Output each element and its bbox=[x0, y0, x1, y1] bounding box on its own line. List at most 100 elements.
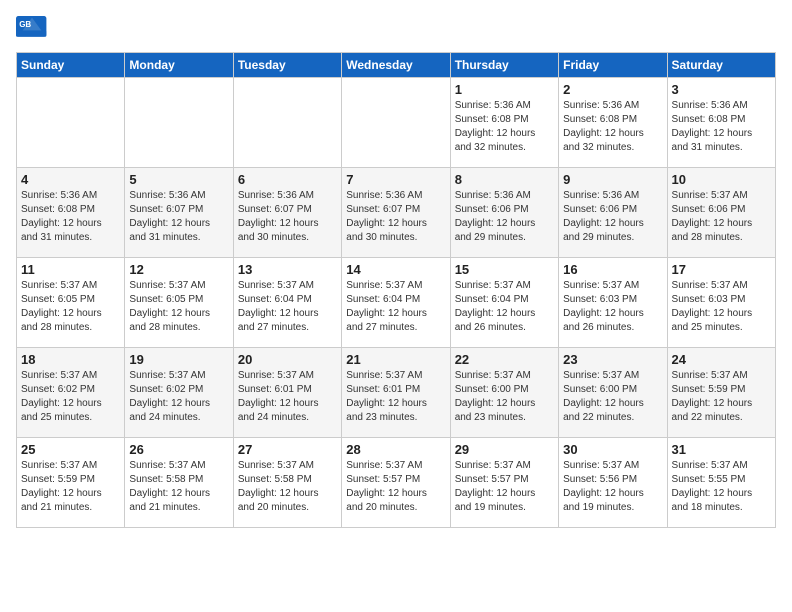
header-friday: Friday bbox=[559, 53, 667, 78]
week-row-1: 1 Sunrise: 5:36 AM Sunset: 6:08 PM Daylig… bbox=[17, 78, 776, 168]
day-cell: 5 Sunrise: 5:36 AM Sunset: 6:07 PM Daylig… bbox=[125, 168, 233, 258]
day-cell: 8Sunrise: 5:36 AM Sunset: 6:06 PM Daylig… bbox=[450, 168, 558, 258]
day-cell: 16 Sunrise: 5:37 AM Sunset: 6:03 PM Dayli… bbox=[559, 258, 667, 348]
day-number: 14 bbox=[346, 262, 445, 277]
day-info: Sunrise: 5:37 AM Sunset: 6:02 PM Dayligh… bbox=[129, 369, 228, 425]
day-cell bbox=[125, 78, 233, 168]
day-info: Sunrise: 5:37 AM Sunset: 6:02 PM Dayligh… bbox=[21, 369, 120, 425]
day-cell: 6Sunrise: 5:36 AM Sunset: 6:07 PM Daylig… bbox=[233, 168, 341, 258]
day-info: Sunrise: 5:37 AM Sunset: 6:01 PM Dayligh… bbox=[346, 369, 445, 425]
day-number: 10 bbox=[672, 172, 771, 187]
day-number: 16 bbox=[563, 262, 662, 277]
day-cell: 23Sunrise: 5:37 AM Sunset: 6:00 PM Dayli… bbox=[559, 348, 667, 438]
day-number: 22 bbox=[455, 352, 554, 367]
day-info: Sunrise: 5:36 AM Sunset: 6:08 PM Dayligh… bbox=[672, 99, 771, 155]
day-number: 18 bbox=[21, 352, 120, 367]
week-row-5: 25 Sunrise: 5:37 AM Sunset: 5:59 PM Dayli… bbox=[17, 438, 776, 528]
day-info: Sunrise: 5:37 AM Sunset: 5:58 PM Dayligh… bbox=[129, 459, 228, 515]
week-row-2: 4 Sunrise: 5:36 AM Sunset: 6:08 PM Daylig… bbox=[17, 168, 776, 258]
day-number: 29 bbox=[455, 442, 554, 457]
day-number: 17 bbox=[672, 262, 771, 277]
day-number: 5 bbox=[129, 172, 228, 187]
day-number: 31 bbox=[672, 442, 771, 457]
day-info: Sunrise: 5:37 AM Sunset: 6:04 PM Dayligh… bbox=[238, 279, 337, 335]
day-number: 28 bbox=[346, 442, 445, 457]
day-cell: 28 Sunrise: 5:37 AM Sunset: 5:57 PM Dayli… bbox=[342, 438, 450, 528]
day-info: Sunrise: 5:37 AM Sunset: 6:03 PM Dayligh… bbox=[563, 279, 662, 335]
day-info: Sunrise: 5:37 AM Sunset: 5:58 PM Dayligh… bbox=[238, 459, 337, 515]
day-info: Sunrise: 5:37 AM Sunset: 5:56 PM Dayligh… bbox=[563, 459, 662, 515]
day-cell bbox=[233, 78, 341, 168]
day-cell: 30 Sunrise: 5:37 AM Sunset: 5:56 PM Dayli… bbox=[559, 438, 667, 528]
day-cell: 18 Sunrise: 5:37 AM Sunset: 6:02 PM Dayli… bbox=[17, 348, 125, 438]
day-cell: 27 Sunrise: 5:37 AM Sunset: 5:58 PM Dayli… bbox=[233, 438, 341, 528]
day-cell bbox=[17, 78, 125, 168]
day-cell: 7 Sunrise: 5:36 AM Sunset: 6:07 PM Daylig… bbox=[342, 168, 450, 258]
header-monday: Monday bbox=[125, 53, 233, 78]
page-header: GB bbox=[16, 16, 776, 44]
header-saturday: Saturday bbox=[667, 53, 775, 78]
day-cell: 19 Sunrise: 5:37 AM Sunset: 6:02 PM Dayli… bbox=[125, 348, 233, 438]
day-number: 26 bbox=[129, 442, 228, 457]
day-cell: 10 Sunrise: 5:37 AM Sunset: 6:06 PM Dayli… bbox=[667, 168, 775, 258]
calendar-table: SundayMondayTuesdayWednesdayThursdayFrid… bbox=[16, 52, 776, 528]
day-number: 9 bbox=[563, 172, 662, 187]
day-cell: 11 Sunrise: 5:37 AM Sunset: 6:05 PM Dayli… bbox=[17, 258, 125, 348]
day-cell: 3 Sunrise: 5:36 AM Sunset: 6:08 PM Daylig… bbox=[667, 78, 775, 168]
day-number: 2 bbox=[563, 82, 662, 97]
header-tuesday: Tuesday bbox=[233, 53, 341, 78]
logo: GB bbox=[16, 16, 50, 44]
day-info: Sunrise: 5:36 AM Sunset: 6:07 PM Dayligh… bbox=[238, 189, 337, 245]
day-number: 19 bbox=[129, 352, 228, 367]
day-cell bbox=[342, 78, 450, 168]
day-number: 30 bbox=[563, 442, 662, 457]
day-number: 1 bbox=[455, 82, 554, 97]
day-info: Sunrise: 5:36 AM Sunset: 6:08 PM Dayligh… bbox=[455, 99, 554, 155]
header-thursday: Thursday bbox=[450, 53, 558, 78]
day-cell: 12Sunrise: 5:37 AM Sunset: 6:05 PM Dayli… bbox=[125, 258, 233, 348]
day-number: 27 bbox=[238, 442, 337, 457]
day-info: Sunrise: 5:37 AM Sunset: 6:06 PM Dayligh… bbox=[672, 189, 771, 245]
day-cell: 15 Sunrise: 5:37 AM Sunset: 6:04 PM Dayli… bbox=[450, 258, 558, 348]
day-cell: 17 Sunrise: 5:37 AM Sunset: 6:03 PM Dayli… bbox=[667, 258, 775, 348]
day-info: Sunrise: 5:36 AM Sunset: 6:08 PM Dayligh… bbox=[21, 189, 120, 245]
day-cell: 2 Sunrise: 5:36 AM Sunset: 6:08 PM Daylig… bbox=[559, 78, 667, 168]
day-info: Sunrise: 5:37 AM Sunset: 6:03 PM Dayligh… bbox=[672, 279, 771, 335]
day-cell: 29Sunrise: 5:37 AM Sunset: 5:57 PM Dayli… bbox=[450, 438, 558, 528]
day-number: 7 bbox=[346, 172, 445, 187]
week-row-4: 18 Sunrise: 5:37 AM Sunset: 6:02 PM Dayli… bbox=[17, 348, 776, 438]
day-info: Sunrise: 5:37 AM Sunset: 6:05 PM Dayligh… bbox=[21, 279, 120, 335]
day-number: 25 bbox=[21, 442, 120, 457]
day-number: 21 bbox=[346, 352, 445, 367]
day-cell: 9 Sunrise: 5:36 AM Sunset: 6:06 PM Daylig… bbox=[559, 168, 667, 258]
day-cell: 4 Sunrise: 5:36 AM Sunset: 6:08 PM Daylig… bbox=[17, 168, 125, 258]
day-info: Sunrise: 5:36 AM Sunset: 6:08 PM Dayligh… bbox=[563, 99, 662, 155]
day-cell: 14 Sunrise: 5:37 AM Sunset: 6:04 PM Dayli… bbox=[342, 258, 450, 348]
day-info: Sunrise: 5:37 AM Sunset: 6:04 PM Dayligh… bbox=[346, 279, 445, 335]
day-info: Sunrise: 5:37 AM Sunset: 6:00 PM Dayligh… bbox=[455, 369, 554, 425]
day-number: 3 bbox=[672, 82, 771, 97]
day-number: 23 bbox=[563, 352, 662, 367]
day-cell: 25 Sunrise: 5:37 AM Sunset: 5:59 PM Dayli… bbox=[17, 438, 125, 528]
header-sunday: Sunday bbox=[17, 53, 125, 78]
day-info: Sunrise: 5:37 AM Sunset: 5:59 PM Dayligh… bbox=[21, 459, 120, 515]
day-info: Sunrise: 5:36 AM Sunset: 6:07 PM Dayligh… bbox=[346, 189, 445, 245]
day-cell: 20Sunrise: 5:37 AM Sunset: 6:01 PM Dayli… bbox=[233, 348, 341, 438]
day-number: 4 bbox=[21, 172, 120, 187]
day-number: 20 bbox=[238, 352, 337, 367]
day-cell: 24Sunrise: 5:37 AM Sunset: 5:59 PM Dayli… bbox=[667, 348, 775, 438]
day-number: 13 bbox=[238, 262, 337, 277]
day-number: 8 bbox=[455, 172, 554, 187]
day-number: 15 bbox=[455, 262, 554, 277]
day-cell: 1 Sunrise: 5:36 AM Sunset: 6:08 PM Daylig… bbox=[450, 78, 558, 168]
day-cell: 22 Sunrise: 5:37 AM Sunset: 6:00 PM Dayli… bbox=[450, 348, 558, 438]
day-cell: 21 Sunrise: 5:37 AM Sunset: 6:01 PM Dayli… bbox=[342, 348, 450, 438]
day-cell: 13 Sunrise: 5:37 AM Sunset: 6:04 PM Dayli… bbox=[233, 258, 341, 348]
day-info: Sunrise: 5:37 AM Sunset: 6:04 PM Dayligh… bbox=[455, 279, 554, 335]
day-info: Sunrise: 5:36 AM Sunset: 6:07 PM Dayligh… bbox=[129, 189, 228, 245]
day-info: Sunrise: 5:37 AM Sunset: 5:57 PM Dayligh… bbox=[346, 459, 445, 515]
day-cell: 31Sunrise: 5:37 AM Sunset: 5:55 PM Dayli… bbox=[667, 438, 775, 528]
day-info: Sunrise: 5:36 AM Sunset: 6:06 PM Dayligh… bbox=[563, 189, 662, 245]
day-number: 11 bbox=[21, 262, 120, 277]
header-wednesday: Wednesday bbox=[342, 53, 450, 78]
